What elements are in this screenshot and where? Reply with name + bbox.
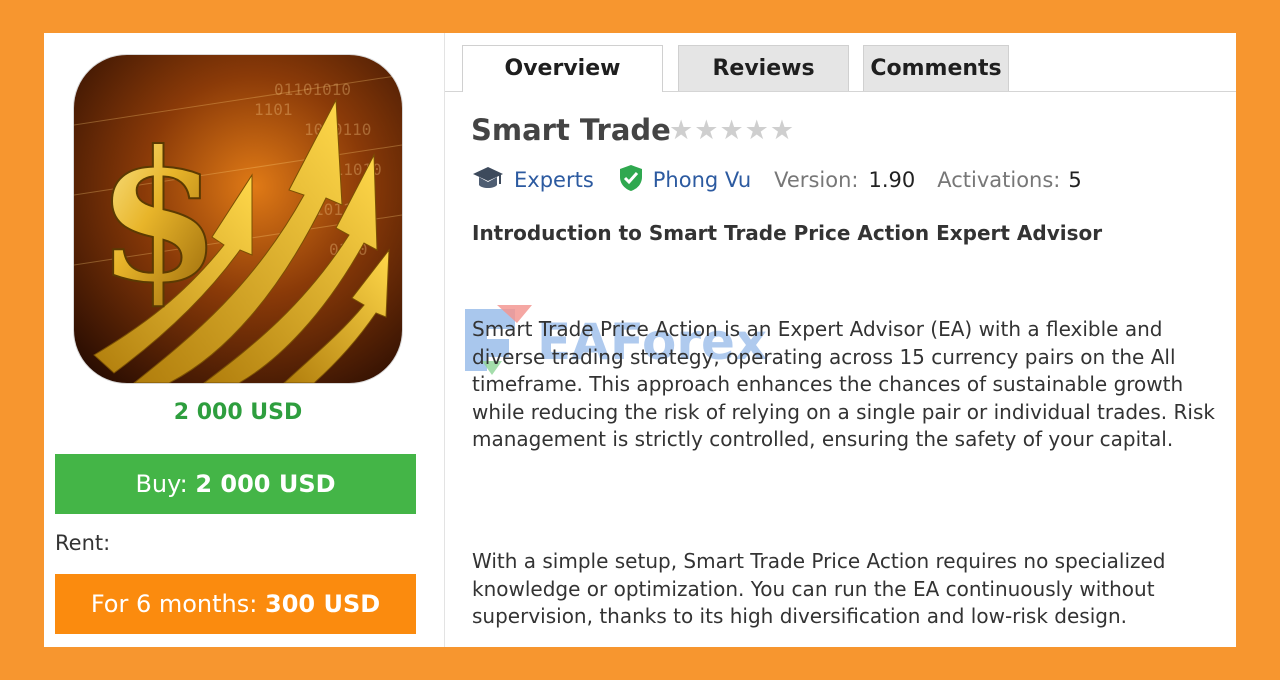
tab-reviews[interactable]: Reviews [678,45,849,91]
product-card: 01101010 1010110 011010 10110 0110 1101 [44,33,1236,647]
author-link[interactable]: Phong Vu [653,168,751,192]
verified-shield-icon [618,164,644,197]
rent-button-value: 300 USD [265,590,381,618]
rent-button-prefix: For 6 months: [90,590,258,618]
description-paragraph-1: Smart Trade Price Action is an Expert Ad… [472,317,1215,451]
svg-text:$: $ [96,112,221,323]
buy-button[interactable]: Buy: 2 000 USD [55,454,416,514]
description-subtitle: Introduction to Smart Trade Price Action… [472,221,1103,245]
product-meta: Experts Phong Vu Version: 1.90 Activatio… [472,164,1082,197]
star-icon: ★ [744,115,770,146]
activations-value: 5 [1068,168,1082,192]
svg-text:01101010: 01101010 [274,80,351,99]
star-icon: ★ [769,115,796,146]
tab-overview[interactable]: Overview [462,45,663,92]
star-icon: ★ [669,115,695,146]
product-title: Smart Trade [471,113,671,147]
star-icon: ★ [694,115,720,146]
description-paragraph-2: With a simple setup, Smart Trade Price A… [472,549,1166,628]
rent-6-months-button[interactable]: For 6 months: 300 USD [55,574,416,634]
activations-label: Activations: [937,168,1061,192]
tab-bar: Overview Reviews Comments [445,33,1236,92]
category-link[interactable]: Experts [514,168,594,192]
product-image: 01101010 1010110 011010 10110 0110 1101 [73,54,403,384]
product-price: 2 000 USD [173,400,303,425]
graduation-cap-icon [472,164,504,197]
rating-stars: ★★★★★ [669,115,795,146]
version-label: Version: [774,168,859,192]
version-value: 1.90 [868,168,916,192]
buy-button-value: 2 000 USD [195,470,336,498]
product-image-art: 01101010 1010110 011010 10110 0110 1101 [74,55,402,383]
purchase-panel: 01101010 1010110 011010 10110 0110 1101 [44,33,445,647]
rent-label: Rent: [55,531,111,555]
tab-comments[interactable]: Comments [863,45,1009,91]
svg-text:1101: 1101 [254,100,293,119]
buy-button-prefix: Buy: [135,470,188,498]
star-icon: ★ [719,115,745,146]
